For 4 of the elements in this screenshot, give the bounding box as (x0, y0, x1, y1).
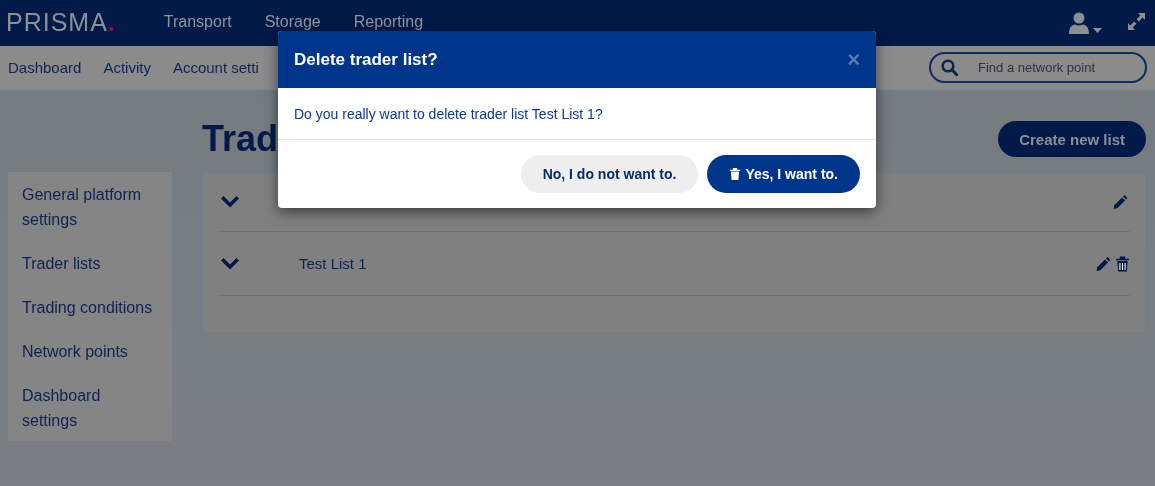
page-title: Trad (202, 117, 279, 160)
list-name: Test List 1 (299, 255, 367, 272)
dialog-message: Do you really want to delete trader list Test List 1? (294, 105, 603, 122)
dialog-title: Delete trader list? (294, 49, 438, 70)
